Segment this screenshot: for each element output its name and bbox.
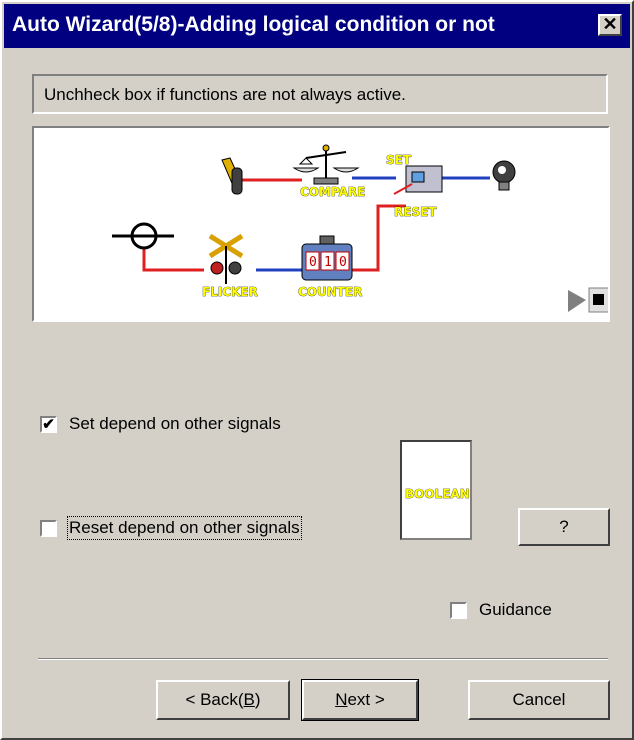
back-button-label: < Back(B) [185, 690, 261, 709]
light-bulb-icon [492, 160, 516, 191]
counter-digit: 1 [324, 255, 332, 270]
cancel-button-label: Cancel [512, 690, 566, 709]
set-depend-checkbox[interactable]: ✔ [40, 415, 57, 433]
close-icon: ✕ [602, 14, 618, 34]
window-title: Auto Wizard(5/8)-Adding logical conditio… [12, 13, 495, 36]
title-bar[interactable]: Auto Wizard(5/8)-Adding logical conditio… [4, 4, 630, 48]
help-button-label: ? [559, 517, 569, 536]
guidance-label: Guidance [479, 600, 552, 619]
guidance-checkbox[interactable] [450, 601, 467, 619]
play-button[interactable] [566, 288, 586, 312]
set-reset-icon [393, 165, 443, 195]
counter-digit: 0 [309, 255, 317, 270]
hint-box: Unchheck box if functions are not always… [32, 74, 608, 114]
guidance-option[interactable]: Guidance [450, 600, 552, 620]
reset-depend-option[interactable]: Reset depend on other signals [40, 516, 302, 540]
back-button[interactable]: < Back(B) [156, 680, 290, 720]
function-diagram: COMPARE SET RESET FLICKER 0 1 0 COUNTER [32, 126, 610, 322]
counter-label: COUNTER [298, 285, 362, 299]
set-depend-option[interactable]: ✔ Set depend on other signals [40, 414, 281, 434]
boolean-preview: BOOLEAN [400, 440, 472, 540]
reset-depend-checkbox[interactable] [40, 519, 57, 537]
close-button[interactable]: ✕ [598, 14, 622, 36]
help-button[interactable]: ? [518, 508, 610, 546]
signal-icon [112, 222, 174, 250]
next-button-label: Next > [335, 690, 385, 709]
reset-label: RESET [394, 205, 437, 219]
boolean-label: BOOLEAN [405, 487, 470, 501]
flicker-crossing-icon [208, 233, 244, 284]
wizard-dialog: Auto Wizard(5/8)-Adding logical conditio… [0, 0, 634, 740]
footer-separator [38, 658, 608, 660]
next-button[interactable]: Next > [301, 679, 419, 721]
switch-icon [221, 157, 243, 195]
stop-icon [593, 294, 604, 305]
compare-label: COMPARE [300, 185, 365, 199]
reset-depend-label: Reset depend on other signals [67, 516, 302, 540]
stop-button[interactable] [588, 287, 608, 313]
cancel-button[interactable]: Cancel [468, 680, 610, 720]
set-depend-label: Set depend on other signals [69, 414, 281, 433]
counter-digit: 0 [339, 255, 347, 270]
hint-text: Unchheck box if functions are not always… [44, 85, 406, 104]
set-label: SET [386, 153, 412, 167]
compare-scale-icon [292, 144, 360, 185]
flicker-label: FLICKER [202, 285, 258, 299]
